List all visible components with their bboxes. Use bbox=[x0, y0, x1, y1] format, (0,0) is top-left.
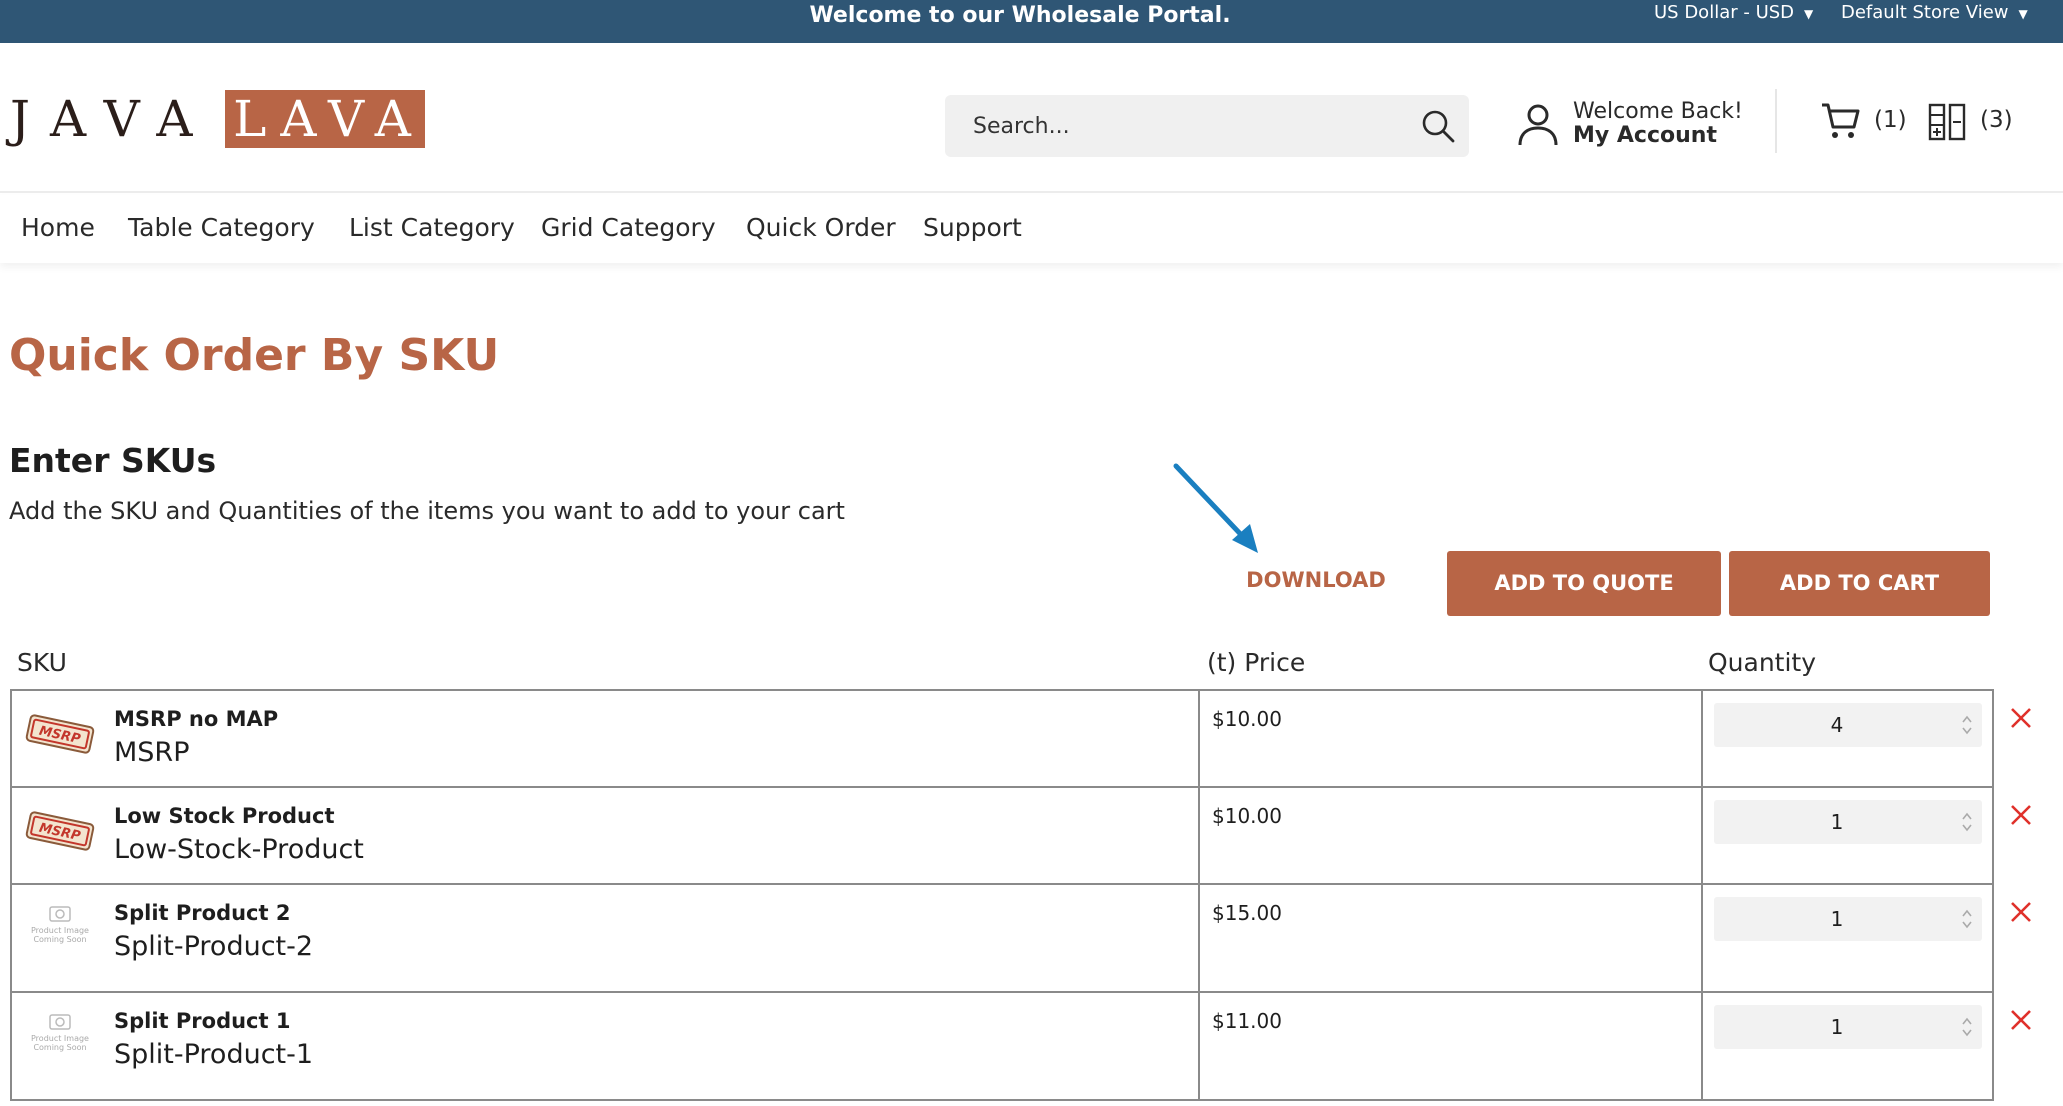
image-coming-soon-thumbnail: Product Image Coming Soon bbox=[31, 1014, 89, 1052]
price-cell: $15.00 bbox=[1200, 885, 1703, 991]
svg-text:Product Image: Product Image bbox=[31, 926, 89, 935]
sku-cell: Product Image Coming Soon Split Product … bbox=[12, 885, 1200, 991]
table-row: Product Image Coming Soon Split Product … bbox=[10, 885, 2031, 993]
product-sku: Split-Product-1 bbox=[114, 1039, 314, 1070]
add-to-cart-button[interactable]: ADD TO CART bbox=[1729, 551, 1990, 616]
stepper-icon[interactable] bbox=[1960, 906, 1974, 932]
product-sku: Split-Product-2 bbox=[114, 931, 314, 962]
logo-lava: LAVA bbox=[225, 90, 425, 148]
nav-list-category[interactable]: List Category bbox=[349, 213, 515, 242]
top-bar: Welcome to our Wholesale Portal. US Doll… bbox=[0, 0, 2063, 43]
user-icon bbox=[1518, 104, 1558, 146]
stepper-icon[interactable] bbox=[1960, 809, 1974, 835]
cart-count: (1) bbox=[1874, 107, 1907, 133]
account-label: My Account bbox=[1573, 123, 1717, 148]
quantity-value: 1 bbox=[1830, 907, 1844, 931]
column-header-price: (t) Price bbox=[1207, 648, 1306, 677]
table-row: MSRP Low Stock Product Low-Stock-Product… bbox=[10, 788, 2031, 885]
stepper-icon[interactable] bbox=[1960, 712, 1974, 738]
product-price: $10.00 bbox=[1212, 804, 1282, 828]
quantity-input[interactable]: 1 bbox=[1714, 1005, 1982, 1049]
nav-home[interactable]: Home bbox=[21, 213, 95, 242]
download-link[interactable]: DOWNLOAD bbox=[1238, 568, 1394, 592]
price-cell: $10.00 bbox=[1200, 788, 1703, 883]
svg-text:Coming Soon: Coming Soon bbox=[33, 935, 86, 944]
quick-order-table: MSRP MSRP no MAP MSRP $10.00 4 MSRP Low … bbox=[10, 689, 2031, 1101]
msrp-tag-thumbnail: MSRP bbox=[25, 714, 95, 754]
site-header: JAVA LAVA Welcome Back! My Account (1) bbox=[0, 43, 2063, 193]
currency-label: US Dollar - USD bbox=[1654, 2, 1795, 23]
search-icon[interactable] bbox=[1419, 107, 1457, 145]
table-row: Product Image Coming Soon Split Product … bbox=[10, 993, 2031, 1101]
product-sku: MSRP bbox=[114, 737, 190, 768]
store-view-label: Default Store View bbox=[1841, 2, 2009, 23]
svg-text:Coming Soon: Coming Soon bbox=[33, 1043, 86, 1052]
svg-text:Product Image: Product Image bbox=[31, 1034, 89, 1043]
remove-icon[interactable] bbox=[2008, 802, 2034, 828]
product-price: $10.00 bbox=[1212, 707, 1282, 731]
price-cell: $10.00 bbox=[1200, 691, 1703, 786]
search-box bbox=[945, 95, 1469, 157]
product-name: Split Product 1 bbox=[114, 1009, 291, 1033]
section-description: Add the SKU and Quantities of the items … bbox=[9, 497, 845, 525]
product-price: $11.00 bbox=[1212, 1009, 1282, 1033]
quantity-value: 4 bbox=[1830, 713, 1844, 737]
product-name: Split Product 2 bbox=[114, 901, 291, 925]
store-view-switcher[interactable]: Default Store View ▼ bbox=[1841, 0, 2028, 27]
sku-cell: Product Image Coming Soon Split Product … bbox=[12, 993, 1200, 1099]
stepper-icon[interactable] bbox=[1960, 1014, 1974, 1040]
nav-grid-category[interactable]: Grid Category bbox=[541, 213, 716, 242]
main-nav: Home Table Category List Category Grid C… bbox=[0, 195, 2063, 263]
quantity-input[interactable]: 1 bbox=[1714, 897, 1982, 941]
page-title: Quick Order By SKU bbox=[9, 330, 500, 381]
add-to-quote-button[interactable]: ADD TO QUOTE bbox=[1447, 551, 1721, 616]
nav-quick-order[interactable]: Quick Order bbox=[746, 213, 896, 242]
section-title: Enter SKUs bbox=[9, 441, 217, 480]
quantity-input[interactable]: 1 bbox=[1714, 800, 1982, 844]
product-name: Low Stock Product bbox=[114, 804, 335, 828]
price-cell: $11.00 bbox=[1200, 993, 1703, 1099]
chevron-down-icon: ▼ bbox=[2018, 7, 2028, 21]
header-divider bbox=[1775, 89, 1777, 153]
chevron-down-icon: ▼ bbox=[1804, 7, 1814, 21]
product-sku: Low-Stock-Product bbox=[114, 834, 364, 865]
quantity-value: 1 bbox=[1830, 1015, 1844, 1039]
product-price: $15.00 bbox=[1212, 901, 1282, 925]
quantity-value: 1 bbox=[1830, 810, 1844, 834]
logo-java: JAVA bbox=[10, 90, 213, 148]
table-row: MSRP MSRP no MAP MSRP $10.00 4 bbox=[10, 691, 2031, 788]
image-coming-soon-thumbnail: Product Image Coming Soon bbox=[31, 906, 89, 944]
nav-table-category[interactable]: Table Category bbox=[128, 213, 315, 242]
cart-icon bbox=[1822, 103, 1860, 138]
remove-icon[interactable] bbox=[2008, 705, 2034, 731]
remove-icon[interactable] bbox=[2008, 1007, 2034, 1033]
sku-cell: MSRP Low Stock Product Low-Stock-Product bbox=[12, 788, 1200, 883]
compare-icon bbox=[1928, 103, 1966, 141]
column-header-sku: SKU bbox=[17, 648, 67, 677]
account-greeting: Welcome Back! bbox=[1573, 99, 1743, 124]
compare-count: (3) bbox=[1980, 107, 2013, 133]
nav-support[interactable]: Support bbox=[923, 213, 1022, 242]
search-input[interactable] bbox=[973, 95, 1403, 157]
quantity-input[interactable]: 4 bbox=[1714, 703, 1982, 747]
remove-icon[interactable] bbox=[2008, 899, 2034, 925]
column-header-quantity: Quantity bbox=[1708, 648, 1817, 677]
sku-cell: MSRP MSRP no MAP MSRP bbox=[12, 691, 1200, 786]
product-name: MSRP no MAP bbox=[114, 707, 279, 731]
msrp-tag-thumbnail: MSRP bbox=[25, 811, 95, 851]
currency-switcher[interactable]: US Dollar - USD ▼ bbox=[1654, 0, 1813, 27]
arrow-annotation-icon bbox=[1173, 463, 1258, 553]
